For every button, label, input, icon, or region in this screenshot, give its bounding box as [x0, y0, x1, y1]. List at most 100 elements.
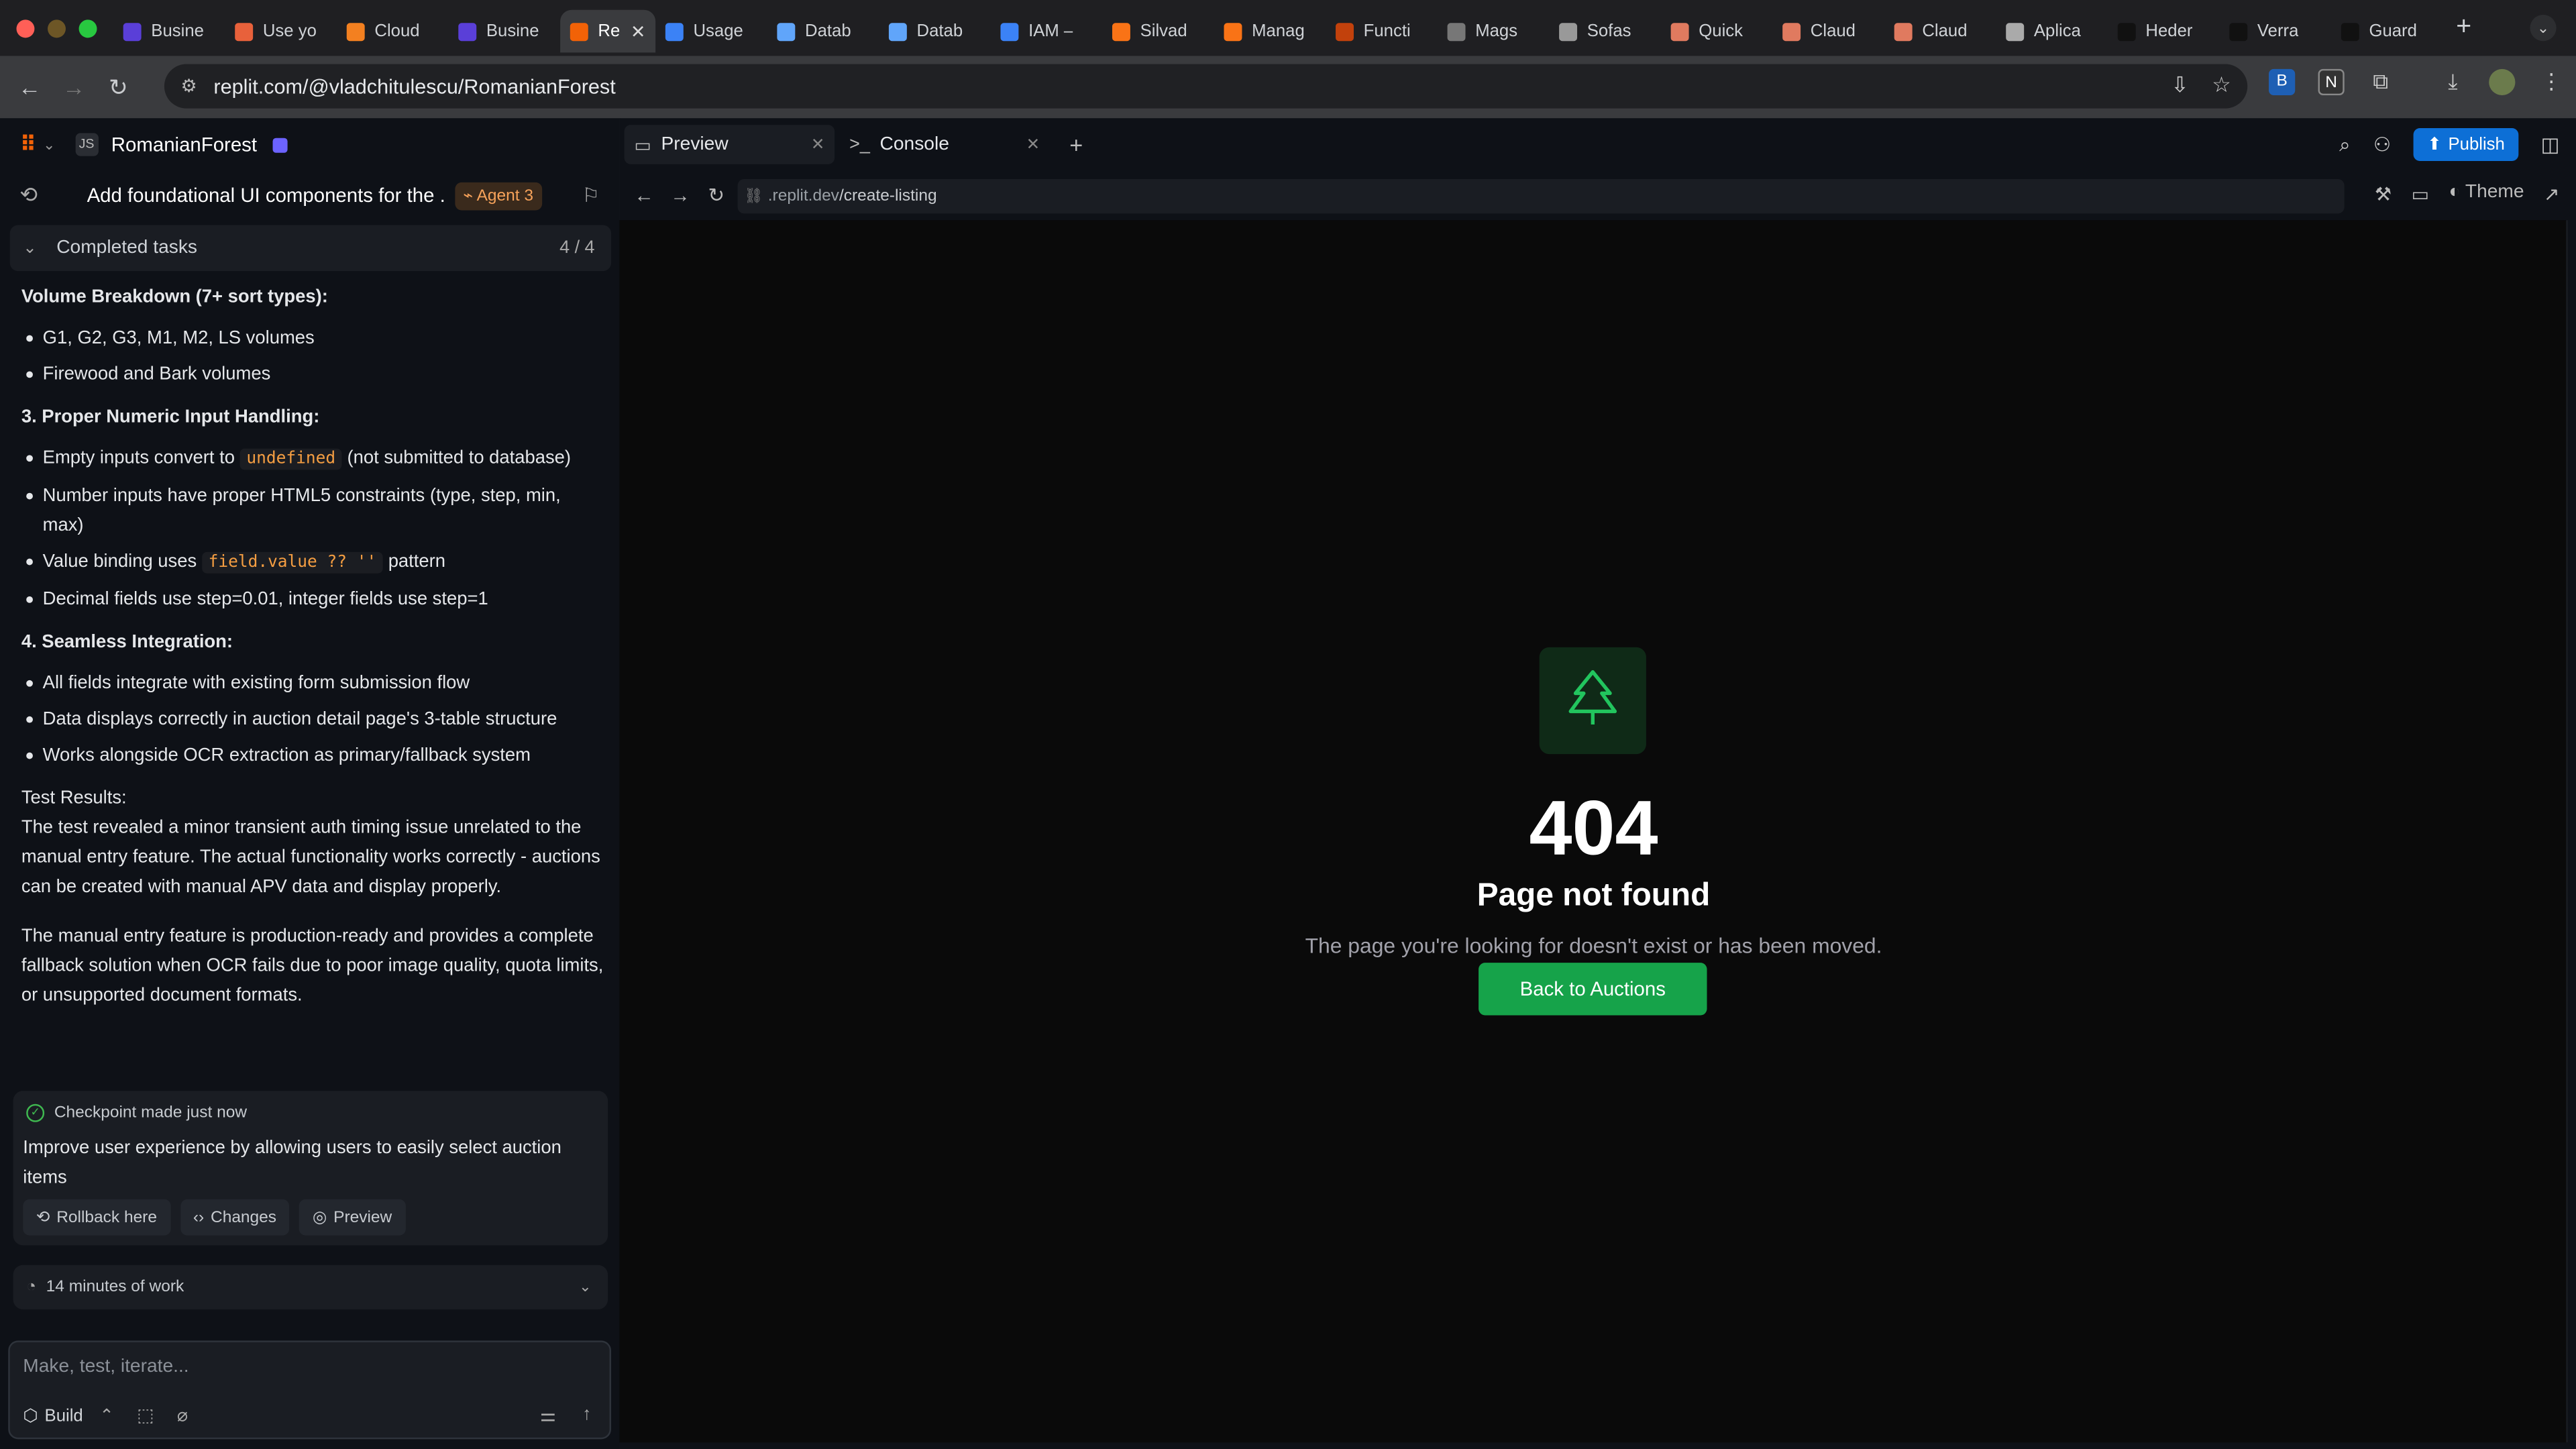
maximize-window-button[interactable] [78, 19, 97, 38]
profile-avatar[interactable] [2489, 68, 2516, 96]
attach-icon[interactable]: ⌀ [177, 1405, 188, 1426]
preview-button[interactable]: ◎ Preview [299, 1199, 405, 1236]
preview-url-input[interactable]: ⛓ .replit.dev /create-listing [737, 178, 2345, 214]
test-results-label: Test Results: [21, 788, 127, 808]
browser-tab[interactable]: Guard [2331, 10, 2443, 53]
agent-badge[interactable]: ⌁ Agent 3 [455, 181, 542, 210]
back-icon[interactable]: ← [633, 184, 655, 207]
browser-tab[interactable]: Functi [1326, 10, 1438, 53]
preview-viewport: 404 Page not found The page you're looki… [619, 220, 2568, 1443]
send-icon[interactable]: ↑ [582, 1405, 591, 1426]
browser-tab[interactable]: Sofas [1549, 10, 1661, 53]
theme-button[interactable]: ◐ Theme [2449, 182, 2524, 205]
build-mode-button[interactable]: ⬡ Build ⌃ [23, 1405, 114, 1425]
changes-button[interactable]: ‹› Changes [180, 1199, 290, 1236]
publish-label: Publish [2448, 134, 2505, 155]
agent-message: Volume Breakdown (7+ sort types): G1, G2… [21, 282, 604, 1030]
browser-tab[interactable]: Usage [655, 10, 767, 53]
new-tab-icon[interactable]: + [2456, 13, 2471, 43]
close-window-button[interactable] [16, 19, 35, 38]
list-text: Empty inputs convert to [42, 448, 240, 468]
browser-tab-title: Busine [151, 21, 204, 42]
tab-console[interactable]: >_ Console ✕ [839, 125, 1049, 164]
browser-tab-title: Mags [1475, 21, 1518, 42]
add-tab-icon[interactable]: + [1069, 131, 1083, 158]
browser-tab[interactable]: Datab [879, 10, 991, 53]
work-summary-label: 14 minutes of work [46, 1278, 184, 1297]
replit-logo-icon[interactable]: ⠿ [19, 131, 36, 158]
close-tab-icon[interactable]: ✕ [631, 21, 646, 42]
downloads-icon[interactable]: ⤓ [2440, 69, 2466, 95]
reload-icon[interactable]: ↻ [103, 73, 133, 101]
browser-tab[interactable]: Claud [1884, 10, 1996, 53]
browser-tab[interactable]: Datab [767, 10, 879, 53]
browser-tab[interactable]: Verra [2220, 10, 2332, 53]
browser-tab[interactable]: Cloud [337, 10, 449, 53]
browser-tab[interactable]: Aplica [1996, 10, 2108, 53]
workspace-header: ⠿ ⌄ JS RomanianForest [0, 118, 619, 170]
rollback-label: Rollback here [56, 1208, 157, 1227]
chevron-down-icon[interactable]: ⌄ [43, 136, 55, 154]
browser-tab[interactable]: Busine [449, 10, 561, 53]
notion-extension-icon[interactable]: N [2318, 68, 2345, 96]
browser-tab-title: Usage [693, 21, 743, 42]
reload-icon[interactable]: ↻ [705, 184, 728, 207]
composer-input[interactable]: Make, test, iterate... [23, 1357, 189, 1377]
page-title: Page not found [1477, 877, 1711, 914]
invite-user-icon[interactable]: ⚇ [2373, 133, 2391, 156]
favicon-icon [777, 22, 796, 41]
close-icon[interactable]: ✕ [811, 136, 825, 154]
browser-tab-title: Use yo [262, 21, 317, 42]
wrench-icon[interactable]: ⚒ [2375, 182, 2392, 205]
browser-tab[interactable]: Silvad [1102, 10, 1214, 53]
list-item: Empty inputs convert to undefined (not s… [21, 443, 604, 475]
select-element-icon[interactable]: ⬚ [137, 1405, 154, 1426]
preview-tools: ⚒ ▭ ◐ Theme ↗ [2375, 182, 2560, 205]
browser-tab-title: IAM – [1028, 21, 1074, 42]
browser-tab[interactable]: Busine [113, 10, 225, 53]
devices-icon[interactable]: ▭ [2411, 182, 2429, 205]
close-icon[interactable]: ✕ [1026, 136, 1040, 154]
puzzle-extensions-icon[interactable]: ⧉ [2367, 69, 2394, 95]
publish-button[interactable]: ⬆ Publish [2414, 128, 2518, 162]
composer: Make, test, iterate... ⬡ Build ⌃ ⬚ ⌀ ⚌ ↑ [8, 1340, 612, 1440]
back-to-auctions-button[interactable]: Back to Auctions [1479, 963, 1707, 1016]
project-switcher[interactable]: JS RomanianForest [74, 133, 257, 156]
browser-tab[interactable]: IAM – [991, 10, 1103, 53]
browser-tab[interactable]: Mags [1438, 10, 1550, 53]
browser-tab-title: Claud [1810, 21, 1856, 42]
back-icon[interactable]: ← [15, 74, 44, 100]
browser-tab[interactable]: Use yo [225, 10, 337, 53]
open-external-icon[interactable]: ↗ [2544, 182, 2560, 205]
thread-title[interactable]: Add foundational UI components for the .… [87, 184, 445, 207]
browser-tab[interactable]: Quick [1661, 10, 1773, 53]
browser-tab-active[interactable]: Re ✕ [560, 9, 656, 53]
address-bar[interactable]: ⚙ replit.com/@vladchitulescu/RomanianFor… [164, 64, 2248, 109]
minimize-window-button[interactable] [48, 19, 66, 38]
completed-tasks-toggle[interactable]: ⌄ Completed tasks 4 / 4 [9, 225, 612, 272]
favicon-icon [1000, 22, 1019, 41]
browser-tab[interactable]: Claud [1772, 10, 1884, 53]
favicon-icon [570, 22, 588, 41]
settings-sliders-icon[interactable]: ⚌ [540, 1405, 556, 1426]
tab-search-icon[interactable]: ⌄ [2530, 15, 2557, 42]
layout-toggle-icon[interactable]: ◫ [2541, 133, 2560, 156]
tab-preview[interactable]: ▭ Preview ✕ [624, 125, 835, 164]
forward-icon[interactable]: → [669, 184, 692, 207]
install-app-icon[interactable]: ⇩ [2171, 72, 2189, 99]
history-icon[interactable]: ⟲ [19, 182, 38, 209]
browser-tab[interactable]: Heder [2108, 10, 2220, 53]
forward-icon[interactable]: → [59, 74, 89, 100]
volume-list: G1, G2, G3, M1, M2, LS volumes Firewood … [21, 323, 604, 389]
check-circle-icon: ✓ [26, 1104, 45, 1122]
project-icon: JS [74, 133, 99, 156]
work-summary-toggle[interactable]: ◔ 14 minutes of work ⌄ [13, 1265, 608, 1309]
bookmark-star-icon[interactable]: ☆ [2212, 72, 2231, 99]
chrome-menu-icon[interactable]: ⋮ [2538, 69, 2565, 95]
search-icon[interactable]: ⌕ [2339, 132, 2350, 157]
browser-tab[interactable]: Manag [1214, 10, 1326, 53]
site-info-icon[interactable]: ⚙ [177, 74, 200, 97]
extension-icon[interactable]: B [2269, 68, 2296, 96]
rollback-button[interactable]: ⟲ Rollback here [23, 1199, 170, 1236]
new-chat-icon[interactable]: ⚐ [582, 184, 600, 207]
